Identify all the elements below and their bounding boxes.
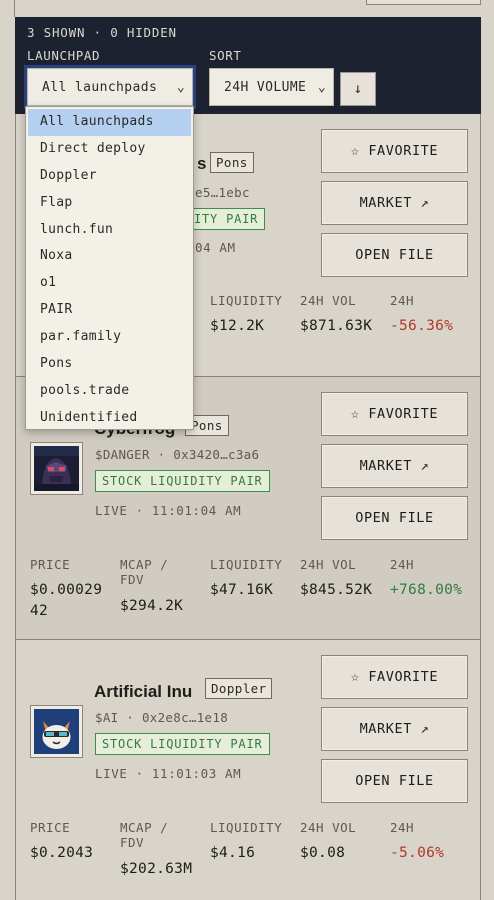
token-symbol-address: $DANGER · 0x3420…c3a6 (95, 447, 260, 462)
launchpad-option[interactable]: par.family (26, 324, 193, 351)
chevron-down-icon: ⌄ (317, 79, 327, 95)
pair-badge: STOCK LIQUIDITY PAIR (95, 470, 270, 492)
volume-label: 24H VOL (300, 557, 357, 572)
open-file-label: OPEN FILE (355, 773, 434, 789)
previous-button-edge[interactable] (366, 0, 481, 5)
launchpad-option[interactable]: All launchpads (28, 109, 191, 136)
live-timestamp: LIVE · 11:01:03 AM (95, 766, 242, 781)
price-value: $0.2043 (30, 845, 94, 861)
liquidity-value: $12.2K (210, 318, 265, 334)
favorite-label: ☆ FAVORITE (350, 406, 439, 422)
launchpad-select[interactable]: All launchpads ⌄ (24, 65, 196, 109)
volume-value: $871.63K (300, 318, 373, 334)
change-label: 24H (390, 820, 415, 835)
token-name: s (197, 154, 207, 173)
pair-badge: ITY PAIR (194, 208, 266, 230)
sort-select[interactable]: 24H VOLUME ⌄ (209, 68, 334, 106)
market-label: MARKET ↗ (359, 195, 430, 211)
pair-badge: STOCK LIQUIDITY PAIR (95, 733, 270, 755)
live-timestamp: LIVE · 11:01:04 AM (95, 503, 242, 518)
mcap-label: MCAP / FDV (120, 820, 169, 850)
price-label: PRICE (30, 557, 71, 572)
token-card: Artificial Inu Doppler $AI · 0x2e8c…1e18… (16, 640, 480, 900)
volume-value: $0.08 (300, 845, 346, 861)
cat-avatar-icon (34, 709, 79, 754)
launchpad-option[interactable]: o1 (26, 270, 193, 297)
launchpad-option[interactable]: Direct deploy (26, 136, 193, 163)
token-avatar (30, 442, 83, 495)
launchpad-dropdown: All launchpads Direct deploy Doppler Fla… (25, 106, 194, 430)
liquidity-label: LIQUIDITY (210, 293, 283, 308)
open-file-button[interactable]: OPEN FILE (321, 233, 468, 277)
launchpad-label: LAUNCHPAD (27, 48, 101, 63)
change-value: +768.00% (390, 582, 463, 598)
chevron-down-icon: ⌄ (176, 79, 186, 95)
top-edge (0, 0, 494, 17)
divider (14, 0, 15, 17)
price-value: $0.00029 42 (30, 582, 103, 619)
sort-direction-button[interactable]: ↓ (340, 72, 376, 106)
market-button[interactable]: MARKET ↗ (321, 181, 468, 225)
change-value: -5.06% (390, 845, 445, 861)
mcap-value: $294.2K (120, 598, 184, 614)
open-file-button[interactable]: OPEN FILE (321, 759, 468, 803)
launchpad-option[interactable]: Noxa (26, 243, 193, 270)
filter-header: 3 SHOWN · 0 HIDDEN LAUNCHPAD SORT All la… (15, 17, 481, 114)
favorite-button[interactable]: ☆ FAVORITE (321, 655, 468, 699)
price-label: PRICE (30, 820, 71, 835)
liquidity-value: $4.16 (210, 845, 256, 861)
launchpad-option[interactable]: Flap (26, 190, 193, 217)
market-label: MARKET ↗ (359, 721, 430, 737)
favorite-button[interactable]: ☆ FAVORITE (321, 392, 468, 436)
change-value: -56.36% (390, 318, 454, 334)
volume-label: 24H VOL (300, 293, 357, 308)
token-name: Artificial Inu (94, 682, 193, 701)
shown-hidden-count: 3 SHOWN · 0 HIDDEN (27, 25, 177, 40)
market-label: MARKET ↗ (359, 458, 430, 474)
liquidity-value: $47.16K (210, 582, 274, 598)
live-timestamp: 04 AM (195, 240, 236, 255)
volume-value: $845.52K (300, 582, 373, 598)
token-symbol-address: $AI · 0x2e8c…1e18 (95, 710, 229, 725)
launchpad-option[interactable]: pools.trade (26, 378, 193, 405)
launchpad-option[interactable]: Doppler (26, 163, 193, 190)
launchpad-option[interactable]: Pons (26, 351, 193, 378)
launchpad-option[interactable]: lunch.fun (26, 217, 193, 244)
launchpad-badge: Doppler (205, 678, 273, 699)
market-button[interactable]: MARKET ↗ (321, 444, 468, 488)
mcap-label: MCAP / FDV (120, 557, 169, 587)
sort-label: SORT (209, 48, 242, 63)
launchpad-option[interactable]: PAIR (26, 297, 193, 324)
sort-select-value: 24H VOLUME (224, 79, 307, 95)
open-file-label: OPEN FILE (355, 247, 434, 263)
launchpad-option[interactable]: Unidentified (26, 405, 193, 432)
mcap-value: $202.63M (120, 861, 193, 877)
market-button[interactable]: MARKET ↗ (321, 707, 468, 751)
favorite-label: ☆ FAVORITE (350, 669, 439, 685)
token-avatar (30, 705, 83, 758)
arrow-down-icon: ↓ (353, 81, 363, 97)
change-label: 24H (390, 293, 415, 308)
token-symbol-address: e5…1ebc (195, 185, 250, 200)
favorite-label: ☆ FAVORITE (350, 143, 439, 159)
change-label: 24H (390, 557, 415, 572)
launchpad-select-value: All launchpads (42, 79, 158, 95)
open-file-button[interactable]: OPEN FILE (321, 496, 468, 540)
launchpad-badge: Pons (210, 152, 254, 173)
volume-label: 24H VOL (300, 820, 357, 835)
liquidity-label: LIQUIDITY (210, 557, 283, 572)
favorite-button[interactable]: ☆ FAVORITE (321, 129, 468, 173)
liquidity-label: LIQUIDITY (210, 820, 283, 835)
frog-avatar-icon (34, 446, 79, 491)
open-file-label: OPEN FILE (355, 510, 434, 526)
